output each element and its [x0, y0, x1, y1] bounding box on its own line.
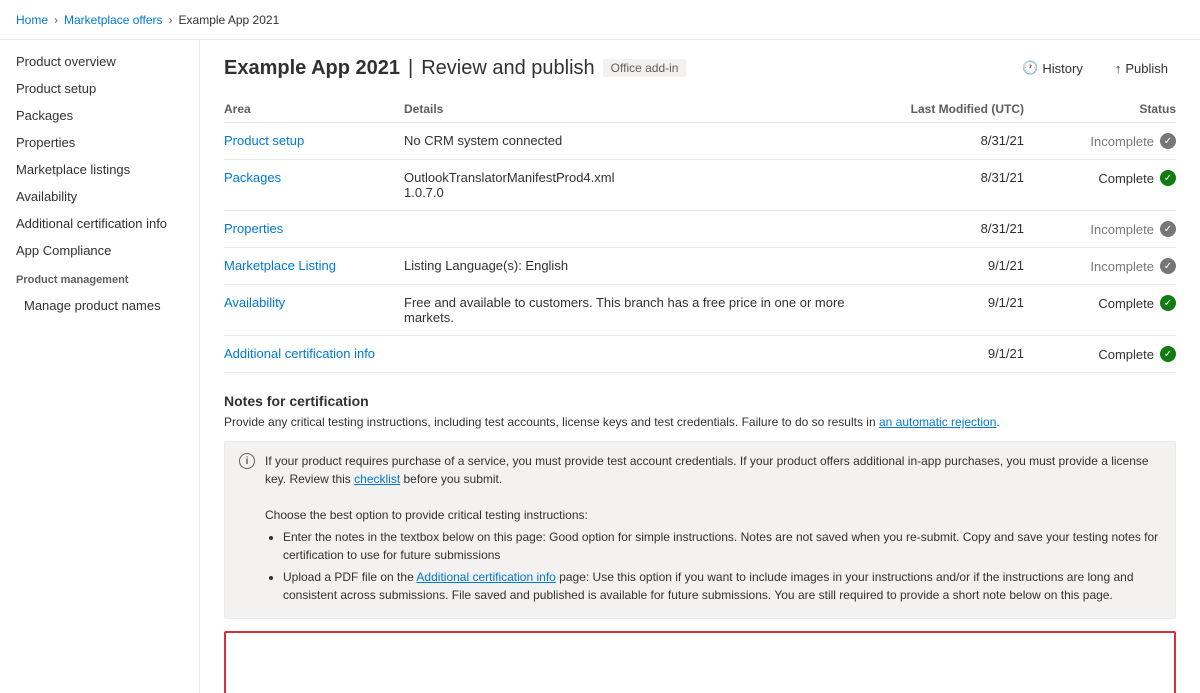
col-modified: Last Modified (UTC) [876, 96, 1036, 123]
history-icon: 🕐 [1022, 60, 1038, 76]
sidebar-item-packages[interactable]: Packages [0, 102, 199, 129]
history-label: History [1042, 61, 1082, 76]
title-divider: | [408, 57, 413, 80]
info-icon: i [239, 453, 255, 469]
table-row: Properties 8/31/21Incomplete✓ [224, 211, 1176, 248]
table-row: Product setup No CRM system connected8/31… [224, 123, 1176, 160]
details-cell-5 [404, 336, 876, 373]
status-cell-3: Incomplete✓ [1036, 248, 1176, 285]
modified-cell-0: 8/31/21 [876, 123, 1036, 160]
notes-title: Notes for certification [224, 393, 1176, 409]
status-cell-0: Incomplete✓ [1036, 123, 1176, 160]
status-cell-4: Complete✓ [1036, 285, 1176, 336]
modified-cell-4: 9/1/21 [876, 285, 1036, 336]
bullet-2: Upload a PDF file on the Additional cert… [283, 568, 1161, 604]
sidebar-item-product-management: Product management [0, 264, 199, 292]
complete-icon: ✓ [1160, 170, 1176, 186]
table-row: Availability Free and available to custom… [224, 285, 1176, 336]
breadcrumb-home[interactable]: Home [16, 13, 48, 27]
table-row: Marketplace Listing Listing Language(s): … [224, 248, 1176, 285]
complete-icon: ✓ [1160, 346, 1176, 362]
breadcrumb: Home › Marketplace offers › Example App … [16, 13, 279, 27]
area-link-0[interactable]: Product setup [224, 133, 304, 148]
status-cell-5: Complete✓ [1036, 336, 1176, 373]
modified-cell-1: 8/31/21 [876, 160, 1036, 211]
info-box: i If your product requires purchase of a… [224, 441, 1176, 619]
notes-section: Notes for certification Provide any crit… [224, 393, 1176, 693]
sidebar-item-marketplace-listings[interactable]: Marketplace listings [0, 156, 199, 183]
incomplete-icon: ✓ [1160, 258, 1176, 274]
sidebar-item-manage-product-names[interactable]: Manage product names [0, 292, 199, 319]
publish-header-button[interactable]: ↑ Publish [1107, 57, 1176, 80]
checklist-link[interactable]: checklist [354, 472, 400, 486]
publish-icon: ↑ [1115, 61, 1122, 76]
sidebar: Product overviewProduct setupPackagesPro… [0, 40, 200, 693]
details-cell-1: OutlookTranslatorManifestProd4.xml1.0.7.… [404, 160, 876, 211]
page-title-group: Example App 2021 | Review and publish Of… [224, 57, 686, 80]
area-link-3[interactable]: Marketplace Listing [224, 258, 336, 273]
page-header: Example App 2021 | Review and publish Of… [224, 56, 1176, 80]
col-area: Area [224, 96, 404, 123]
modified-cell-5: 9/1/21 [876, 336, 1036, 373]
header-actions: 🕐 History ↑ Publish [1014, 56, 1176, 80]
area-link-2[interactable]: Properties [224, 221, 283, 236]
history-button[interactable]: 🕐 History [1014, 56, 1091, 80]
notes-textarea[interactable] [224, 631, 1176, 693]
area-link-5[interactable]: Additional certification info [224, 346, 375, 361]
details-cell-3: Listing Language(s): English [404, 248, 876, 285]
breadcrumb-sep1: › [54, 13, 58, 27]
sidebar-item-product-setup[interactable]: Product setup [0, 75, 199, 102]
area-link-1[interactable]: Packages [224, 170, 281, 185]
main-content: Example App 2021 | Review and publish Of… [200, 40, 1200, 693]
additional-cert-link[interactable]: Additional certification info [416, 570, 555, 584]
breadcrumb-current: Example App 2021 [179, 13, 280, 27]
bullet-1: Enter the notes in the textbox below on … [283, 528, 1161, 564]
status-cell-1: Complete✓ [1036, 160, 1176, 211]
details-cell-4: Free and available to customers. This br… [404, 285, 876, 336]
review-table: Area Details Last Modified (UTC) Status … [224, 96, 1176, 373]
modified-cell-2: 8/31/21 [876, 211, 1036, 248]
status-cell-2: Incomplete✓ [1036, 211, 1176, 248]
breadcrumb-offers[interactable]: Marketplace offers [64, 13, 163, 27]
incomplete-icon: ✓ [1160, 221, 1176, 237]
col-details: Details [404, 96, 876, 123]
sidebar-item-availability[interactable]: Availability [0, 183, 199, 210]
complete-icon: ✓ [1160, 295, 1176, 311]
info-content: If your product requires purchase of a s… [265, 452, 1161, 608]
details-cell-2 [404, 211, 876, 248]
sidebar-item-product-overview[interactable]: Product overview [0, 48, 199, 75]
details-cell-0: No CRM system connected [404, 123, 876, 160]
product-badge: Office add-in [603, 59, 687, 77]
table-row: Packages OutlookTranslatorManifestProd4.x… [224, 160, 1176, 211]
sidebar-item-properties[interactable]: Properties [0, 129, 199, 156]
breadcrumb-sep2: › [169, 13, 173, 27]
incomplete-icon: ✓ [1160, 133, 1176, 149]
page-subtitle: Review and publish [421, 57, 594, 80]
sidebar-item-additional-cert[interactable]: Additional certification info [0, 210, 199, 237]
sidebar-item-app-compliance[interactable]: App Compliance [0, 237, 199, 264]
notes-description: Provide any critical testing instruction… [224, 413, 1176, 431]
modified-cell-3: 9/1/21 [876, 248, 1036, 285]
app-name: Example App 2021 [224, 57, 400, 80]
rejection-link[interactable]: an automatic rejection [879, 415, 996, 429]
publish-header-label: Publish [1125, 61, 1168, 76]
col-status: Status [1036, 96, 1176, 123]
area-link-4[interactable]: Availability [224, 295, 285, 310]
table-row: Additional certification info 9/1/21Compl… [224, 336, 1176, 373]
